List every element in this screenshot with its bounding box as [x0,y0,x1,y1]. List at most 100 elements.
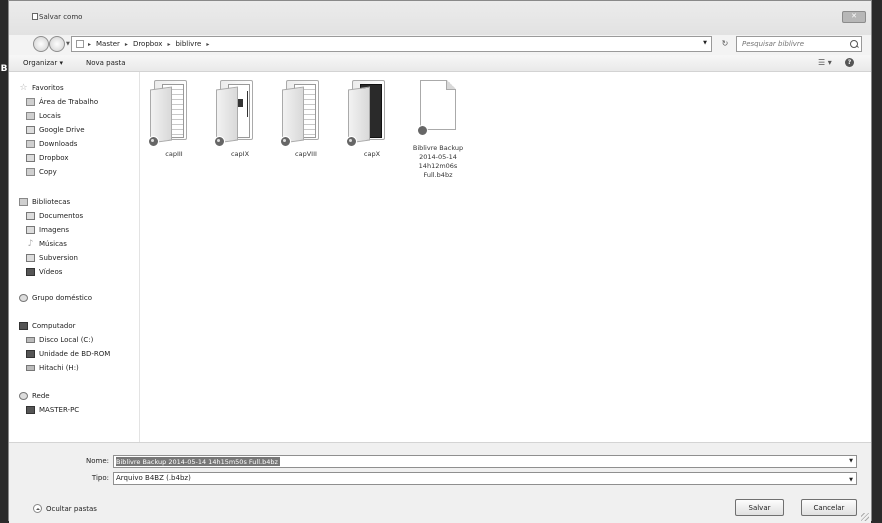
usb-drive-icon [26,365,35,371]
computer-icon [19,322,28,330]
nav-computer[interactable]: Computador [19,322,76,330]
nav-item-music[interactable]: ♪ Músicas [26,239,67,249]
breadcrumb-separator: ▸ [167,40,171,48]
save-as-dialog: Salvar como ✕ ▼ ▸ Master ▸ Dropbox ▸ bib… [8,0,872,523]
dialog-title: Salvar como [39,13,83,21]
recent-pages-dropdown[interactable]: ▼ [66,41,70,47]
libraries-icon [19,198,28,206]
back-button[interactable] [33,36,49,52]
save-panel: Nome: ▼ Tipo: Arquivo B4BZ (.b4bz) ▼ Ocu… [9,442,871,523]
cancel-button[interactable]: Cancelar [801,499,857,516]
desktop-icon [26,98,35,106]
save-button[interactable]: Salvar [735,499,784,516]
nav-homegroup[interactable]: Grupo doméstico [19,294,92,302]
sync-status-icon [346,136,357,147]
search-icon[interactable] [850,40,858,48]
file-list[interactable]: capIII capIX capVIII capX Biblivre Backu… [140,72,871,442]
nav-label: Copy [39,168,57,176]
hide-folders-toggle[interactable]: Ocultar pastas [33,504,97,513]
nav-item-videos[interactable]: Vídeos [26,268,62,276]
nav-label: Favoritos [32,84,64,92]
nav-item-local-disk[interactable]: Disco Local (C:) [26,336,93,344]
star-icon: ☆ [19,83,28,93]
nav-label: Locais [39,112,61,120]
nav-item-dropbox[interactable]: Dropbox [26,154,69,162]
refresh-button[interactable]: ↻ [716,36,734,52]
new-folder-button[interactable]: Nova pasta [86,59,126,67]
folder-item-capiii[interactable]: capIII [146,80,202,190]
document-icon [417,80,456,136]
file-name: capIX [230,150,250,158]
chevron-down-icon[interactable]: ▼ [849,458,853,464]
dropbox-icon [26,154,35,162]
nav-label: Bibliotecas [32,198,71,206]
nav-label: Imagens [39,226,70,234]
breadcrumb-separator: ▸ [88,40,92,48]
title-bar[interactable]: Salvar como ✕ [9,1,871,35]
nav-label: Vídeos [39,268,63,276]
breadcrumb-separator[interactable]: ▸ [206,41,209,48]
address-dropdown-button[interactable]: ▼ [703,40,707,46]
nav-label: Dropbox [39,154,69,162]
filename-label: Nome: [85,457,109,465]
places-icon [26,112,35,120]
folder-icon [346,80,388,147]
folder-item-capix[interactable]: capIX [212,80,268,190]
nav-item-locais[interactable]: Locais [26,112,61,120]
forward-button[interactable] [49,36,65,52]
view-options-button[interactable]: ☰ ▾ [818,58,832,67]
search-box[interactable] [736,36,862,52]
filetype-value: Arquivo B4BZ (.b4bz) [116,474,191,482]
breadcrumb-biblivre[interactable]: biblivre [175,40,201,48]
nav-item-hitachi[interactable]: Hitachi (H:) [26,364,79,372]
nav-item-bd-rom[interactable]: Unidade de BD-ROM [26,350,110,358]
breadcrumb-master[interactable]: Master [96,40,120,48]
background-mark: B [0,64,8,74]
help-icon[interactable]: ? [845,58,854,67]
breadcrumb-dropbox[interactable]: Dropbox [133,40,163,48]
resize-grip[interactable] [861,513,869,521]
folder-icon [76,40,84,48]
hide-folders-label: Ocultar pastas [46,504,97,513]
nav-item-downloads[interactable]: Downloads [26,140,77,148]
nav-item-desktop[interactable]: Área de Trabalho [26,98,98,106]
images-icon [26,226,35,234]
music-icon: ♪ [27,239,34,249]
sync-status-icon [280,136,291,147]
nav-label: Rede [32,392,50,400]
dialog-icon [32,13,38,20]
nav-item-master-pc[interactable]: MASTER-PC [26,406,79,414]
background-edge-left: B [0,0,8,521]
hard-drive-icon [26,337,35,343]
nav-item-subversion[interactable]: Subversion [26,254,78,262]
nav-item-copy[interactable]: Copy [26,168,57,176]
filename-input[interactable] [114,456,816,467]
nav-libraries[interactable]: Bibliotecas [19,198,70,206]
nav-item-google-drive[interactable]: Google Drive [26,126,85,134]
nav-item-images[interactable]: Imagens [26,226,69,234]
folder-item-capx[interactable]: capX [344,80,400,190]
nav-network[interactable]: Rede [19,392,50,400]
chevron-down-icon[interactable]: ▼ [849,475,853,486]
bd-rom-icon [26,350,35,358]
organize-menu[interactable]: Organizar ▾ [23,59,63,67]
nav-label: Área de Trabalho [39,98,99,106]
address-bar[interactable]: ▸ Master ▸ Dropbox ▸ biblivre ▸ ▼ [71,36,712,52]
nav-label: MASTER-PC [39,406,80,414]
nav-item-documents[interactable]: Documentos [26,212,83,220]
command-bar: Organizar ▾ Nova pasta ☰ ▾ ? [9,55,871,72]
nav-label: Computador [32,322,76,330]
close-button[interactable]: ✕ [842,11,866,23]
sync-status-icon [417,125,428,136]
file-item-backup[interactable]: Biblivre Backup 2014-05-14 14h12m06s Ful… [410,80,466,190]
nav-label: Unidade de BD-ROM [39,350,111,358]
filename-combobox[interactable]: ▼ [113,455,857,468]
search-input[interactable] [737,37,842,51]
folder-item-capviii[interactable]: capVIII [278,80,334,190]
background-edge-right [872,0,882,521]
videos-icon [26,268,35,276]
filetype-select[interactable]: Arquivo B4BZ (.b4bz) ▼ [113,472,857,485]
breadcrumb-separator: ▸ [124,40,128,48]
nav-label: Hitachi (H:) [39,364,79,372]
nav-favorites[interactable]: ☆ Favoritos [19,83,64,93]
